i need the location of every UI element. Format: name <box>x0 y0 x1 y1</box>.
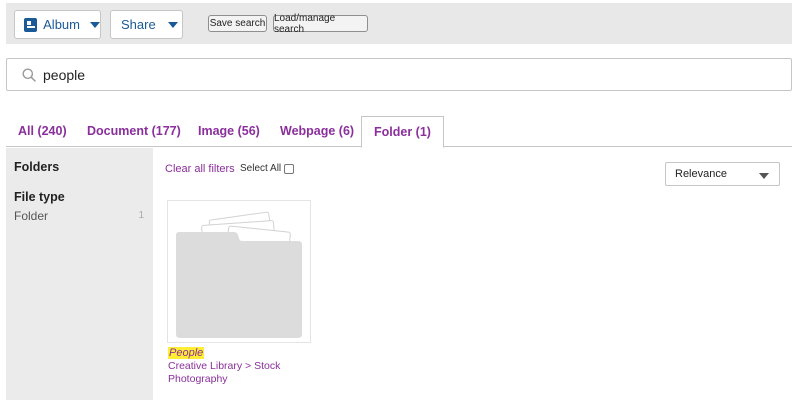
chevron-down-icon <box>759 173 769 179</box>
file-type-item-folder[interactable]: Folder <box>14 209 48 223</box>
tab-document[interactable]: Document (177) <box>87 116 181 147</box>
chevron-down-icon <box>90 21 100 28</box>
load-manage-search-button[interactable]: Load/manage search <box>273 13 368 35</box>
share-button-label: Share <box>121 17 156 32</box>
tab-all[interactable]: All (240) <box>18 116 67 147</box>
search-icon <box>22 68 36 82</box>
result-type-tabs: All (240) Document (177) Image (56) Webp… <box>6 116 792 148</box>
chevron-down-icon <box>167 21 178 28</box>
filter-sidebar: Folders File type Folder 1 <box>6 148 153 400</box>
folders-heading: Folders <box>14 160 60 174</box>
result-path-link[interactable]: Creative Library > Stock Photography <box>168 360 308 385</box>
select-all-checkbox[interactable] <box>284 163 295 174</box>
search-box <box>6 58 792 91</box>
select-all-label: Select All <box>240 163 282 174</box>
album-icon <box>24 17 38 32</box>
tab-folder[interactable]: Folder (1) <box>361 116 444 148</box>
select-all-control: Select All <box>240 163 295 174</box>
tab-webpage[interactable]: Webpage (6) <box>280 116 354 147</box>
share-button[interactable]: Share <box>110 10 183 39</box>
result-card[interactable] <box>167 200 311 343</box>
search-input[interactable] <box>43 64 743 86</box>
result-title-link[interactable]: People <box>168 347 205 359</box>
folder-icon <box>176 211 302 338</box>
toolbar: Album Share Save search Load/manage sear… <box>6 3 792 44</box>
tab-image[interactable]: Image (56) <box>198 116 260 147</box>
file-type-heading: File type <box>14 190 65 204</box>
album-button-label: Album <box>43 17 80 32</box>
save-search-button[interactable]: Save search <box>208 15 267 32</box>
sort-select[interactable]: Relevance <box>665 162 780 186</box>
file-type-count: 1 <box>138 210 144 221</box>
clear-all-filters-link[interactable]: Clear all filters <box>165 163 235 175</box>
album-button[interactable]: Album <box>14 10 101 39</box>
sort-selected-value: Relevance <box>675 168 727 180</box>
